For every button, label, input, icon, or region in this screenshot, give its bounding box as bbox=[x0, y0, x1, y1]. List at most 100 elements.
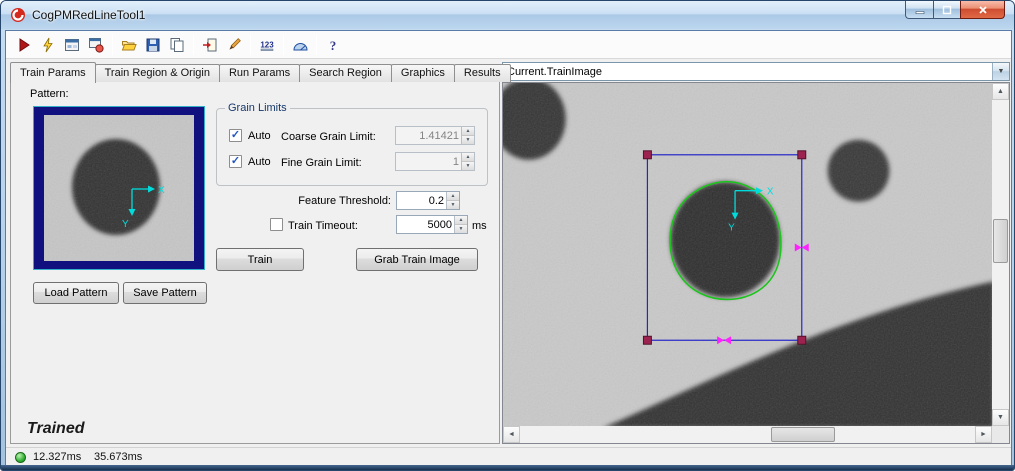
train-params-page: Pattern: X Y Load Pattern Save Pattern bbox=[10, 81, 500, 444]
feature-threshold-spinner: ▲▼ bbox=[396, 191, 460, 210]
tab-search-region[interactable]: Search Region bbox=[299, 64, 392, 82]
pattern-x-axis-label: X bbox=[158, 185, 165, 196]
status-time-2: 35.673ms bbox=[94, 451, 142, 463]
vertical-scrollbar[interactable]: ▲ ▼ bbox=[992, 83, 1009, 426]
copy-icon bbox=[169, 37, 185, 53]
show-result-display-button[interactable] bbox=[60, 33, 84, 57]
coarse-grain-limit-label: Coarse Grain Limit: bbox=[281, 131, 376, 143]
maximize-icon bbox=[942, 5, 952, 15]
svg-text:123: 123 bbox=[260, 40, 274, 49]
train-image-display[interactable]: X Y ▲ ▼ ◄ ► bbox=[502, 82, 1010, 444]
fine-auto-checkbox[interactable]: ✓ bbox=[229, 155, 242, 168]
titlebar[interactable]: CogPMRedLineTool1 bbox=[1, 1, 1014, 29]
status-time-1: 12.327ms bbox=[33, 451, 81, 463]
image-selector-dropdown[interactable]: Current.TrainImage ▼ bbox=[502, 62, 1010, 81]
train-timeout-field[interactable] bbox=[397, 216, 454, 233]
image-selector-value: Current.TrainImage bbox=[503, 66, 992, 78]
scroll-right-arrow[interactable]: ► bbox=[975, 426, 992, 443]
tab-train-params[interactable]: Train Params bbox=[10, 62, 96, 83]
grain-limits-title: Grain Limits bbox=[225, 102, 290, 114]
import-icon bbox=[202, 37, 218, 53]
close-icon bbox=[978, 5, 988, 15]
toolbar-separator bbox=[112, 35, 113, 55]
train-button[interactable]: Train bbox=[216, 248, 304, 271]
float-result-display-button[interactable] bbox=[84, 33, 108, 57]
import-image-button[interactable] bbox=[198, 33, 222, 57]
coarse-grain-limit-spinner: ▲▼ bbox=[395, 126, 475, 145]
pencil-icon bbox=[226, 37, 242, 53]
help-icon: ? bbox=[325, 37, 341, 53]
fine-auto-label: Auto bbox=[248, 156, 271, 168]
trained-status: Trained bbox=[27, 420, 85, 438]
minimize-button[interactable] bbox=[905, 1, 933, 19]
fine-spin-down[interactable]: ▼ bbox=[462, 161, 474, 170]
horizontal-scrollbar[interactable]: ◄ ► bbox=[503, 426, 992, 443]
coarse-spin-down[interactable]: ▼ bbox=[462, 135, 474, 144]
load-pattern-button[interactable]: Load Pattern bbox=[33, 282, 119, 304]
run-button[interactable] bbox=[12, 33, 36, 57]
measure-angle-button[interactable] bbox=[288, 33, 312, 57]
help-button[interactable]: ? bbox=[321, 33, 345, 57]
coarse-spin-up[interactable]: ▲ bbox=[462, 127, 474, 135]
coarse-grain-limit-field bbox=[396, 127, 461, 144]
grab-train-image-button[interactable]: Grab Train Image bbox=[356, 248, 478, 271]
fine-spin-up[interactable]: ▲ bbox=[462, 153, 474, 161]
scroll-up-arrow[interactable]: ▲ bbox=[992, 83, 1009, 100]
pattern-display[interactable]: X Y bbox=[33, 106, 205, 270]
feature-threshold-field[interactable] bbox=[397, 192, 446, 209]
scrollbar-corner bbox=[992, 426, 1009, 443]
result-display-icon bbox=[64, 37, 80, 53]
save-icon bbox=[145, 37, 161, 53]
tab-train-region-origin[interactable]: Train Region & Origin bbox=[95, 64, 220, 82]
client-area: 123 ? Train Params Train Region & O bbox=[5, 30, 1012, 466]
train-timeout-checkbox[interactable] bbox=[270, 218, 283, 231]
electric-run-button[interactable] bbox=[36, 33, 60, 57]
close-button[interactable] bbox=[960, 1, 1005, 19]
dropdown-arrow-icon[interactable]: ▼ bbox=[992, 63, 1009, 80]
minimize-icon bbox=[915, 5, 925, 15]
vertical-scroll-thumb[interactable] bbox=[993, 219, 1008, 263]
pixel-values-button[interactable]: 123 bbox=[255, 33, 279, 57]
status-led-icon bbox=[15, 452, 26, 463]
scroll-down-arrow[interactable]: ▼ bbox=[992, 409, 1009, 426]
copy-tool-button[interactable] bbox=[165, 33, 189, 57]
train-timeout-units-label: ms bbox=[472, 220, 487, 232]
protractor-icon bbox=[292, 37, 308, 53]
toolbar-separator bbox=[193, 35, 194, 55]
app-icon bbox=[10, 7, 26, 23]
scroll-left-arrow[interactable]: ◄ bbox=[503, 426, 520, 443]
threshold-spin-up[interactable]: ▲ bbox=[447, 192, 459, 200]
y-axis-label: Y bbox=[728, 223, 735, 234]
svg-text:?: ? bbox=[330, 38, 337, 53]
save-file-button[interactable] bbox=[141, 33, 165, 57]
train-image-scene[interactable]: X Y bbox=[503, 83, 992, 426]
coarse-auto-checkbox[interactable]: ✓ bbox=[229, 129, 242, 142]
tab-run-params[interactable]: Run Params bbox=[219, 64, 300, 82]
app-window: CogPMRedLineTool1 bbox=[0, 0, 1015, 471]
feature-threshold-label: Feature Threshold: bbox=[211, 195, 391, 207]
fine-grain-limit-label: Fine Grain Limit: bbox=[281, 157, 362, 169]
threshold-spin-down[interactable]: ▼ bbox=[447, 200, 459, 209]
window-controls bbox=[905, 1, 1005, 19]
horizontal-scroll-thumb[interactable] bbox=[771, 427, 835, 442]
coarse-auto-label: Auto bbox=[248, 130, 271, 142]
open-file-button[interactable] bbox=[117, 33, 141, 57]
tab-graphics[interactable]: Graphics bbox=[391, 64, 455, 82]
numbers-123-icon: 123 bbox=[259, 37, 275, 53]
window-frame-bottom bbox=[1, 465, 1014, 470]
pattern-label: Pattern: bbox=[30, 88, 69, 100]
timeout-spin-up[interactable]: ▲ bbox=[455, 216, 467, 224]
fine-grain-limit-spinner: ▲▼ bbox=[395, 152, 475, 171]
image-display-pane: Current.TrainImage ▼ bbox=[500, 62, 1011, 444]
edit-graphics-button[interactable] bbox=[222, 33, 246, 57]
maximize-button[interactable] bbox=[933, 1, 960, 19]
toolbar-separator bbox=[283, 35, 284, 55]
tab-results[interactable]: Results bbox=[454, 64, 511, 82]
save-pattern-button[interactable]: Save Pattern bbox=[123, 282, 207, 304]
timeout-spin-down[interactable]: ▼ bbox=[455, 224, 467, 233]
toolbar: 123 ? bbox=[6, 31, 1011, 59]
pattern-y-axis-label: Y bbox=[122, 219, 129, 230]
train-timeout-label: Train Timeout: bbox=[288, 220, 358, 232]
lightning-icon bbox=[40, 37, 56, 53]
run-icon bbox=[16, 37, 32, 53]
